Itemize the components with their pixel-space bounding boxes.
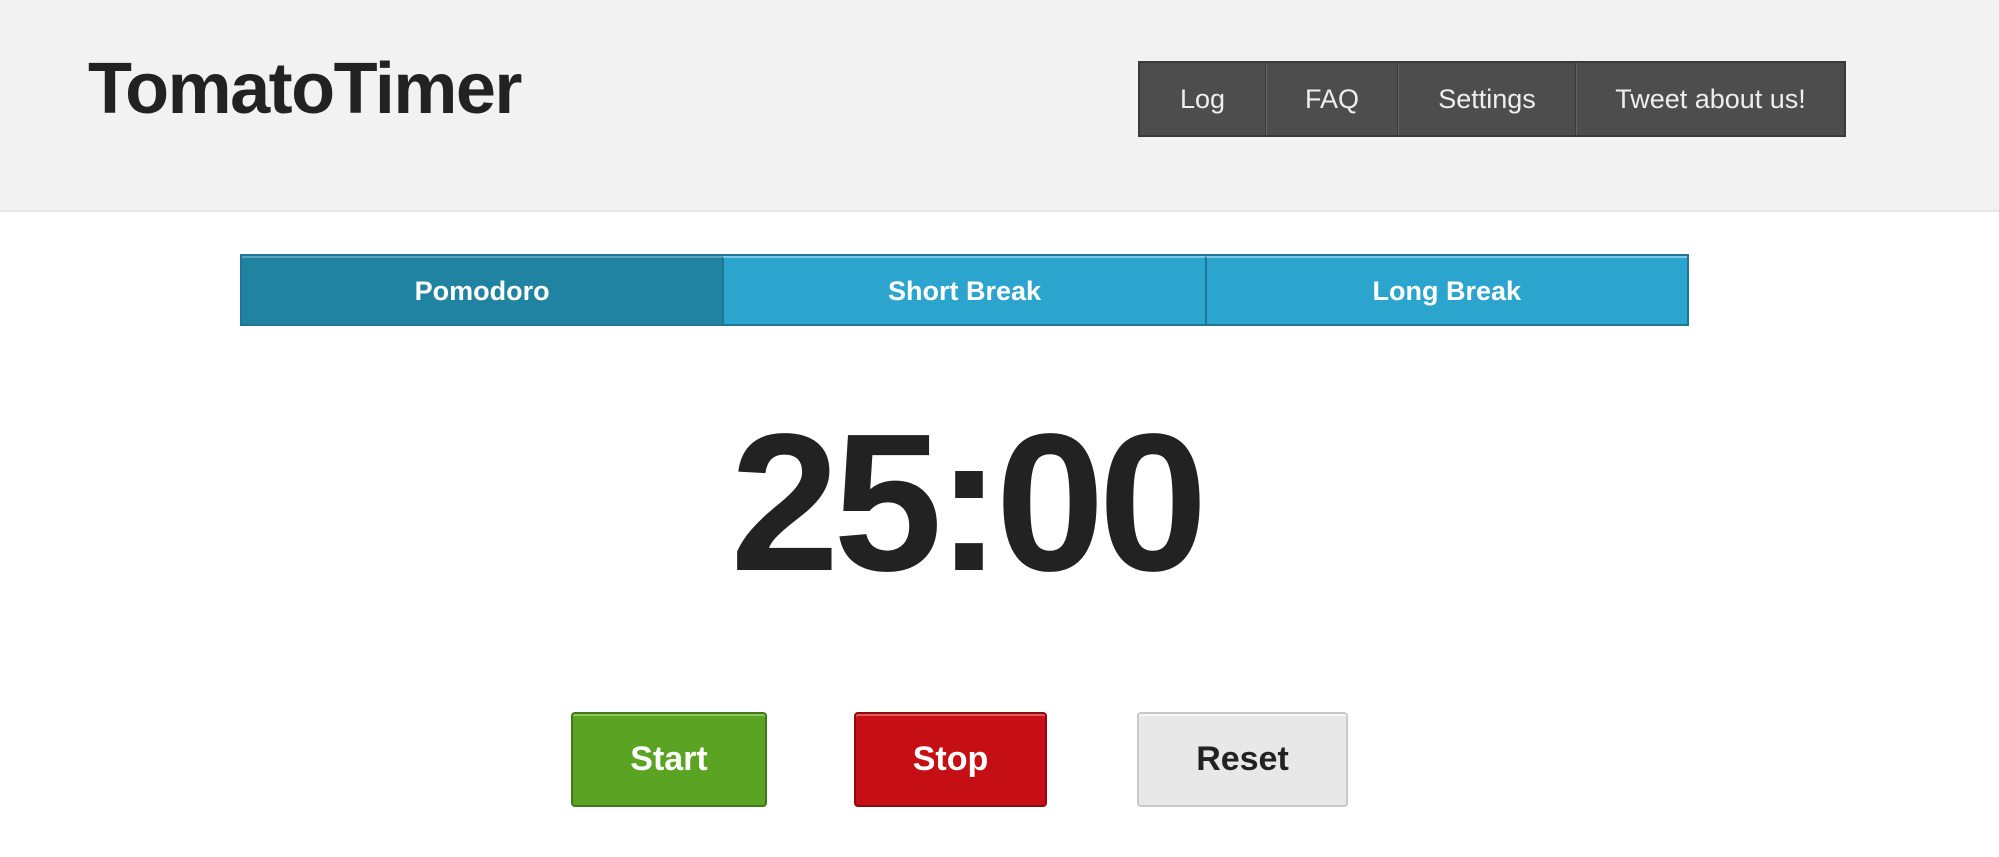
nav-settings-link[interactable]: Settings: [1398, 63, 1576, 135]
tab-long-break[interactable]: Long Break: [1204, 256, 1687, 324]
nav-faq-link[interactable]: FAQ: [1266, 63, 1398, 135]
nav-tweet-link[interactable]: Tweet about us!: [1576, 63, 1844, 135]
tab-short-break[interactable]: Short Break: [722, 256, 1205, 324]
top-nav: Log FAQ Settings Tweet about us!: [1138, 61, 1846, 137]
timer-display: 25:00: [730, 393, 1207, 612]
tab-pomodoro[interactable]: Pomodoro: [242, 256, 723, 324]
nav-log-link[interactable]: Log: [1140, 63, 1266, 135]
header: TomatoTimer Log FAQ Settings Tweet about…: [0, 0, 1999, 212]
app-title[interactable]: TomatoTimer: [88, 44, 522, 134]
reset-button[interactable]: Reset: [1137, 712, 1348, 807]
start-button[interactable]: Start: [571, 712, 767, 807]
mode-tabs: Pomodoro Short Break Long Break: [240, 254, 1689, 326]
stop-button[interactable]: Stop: [854, 712, 1047, 807]
